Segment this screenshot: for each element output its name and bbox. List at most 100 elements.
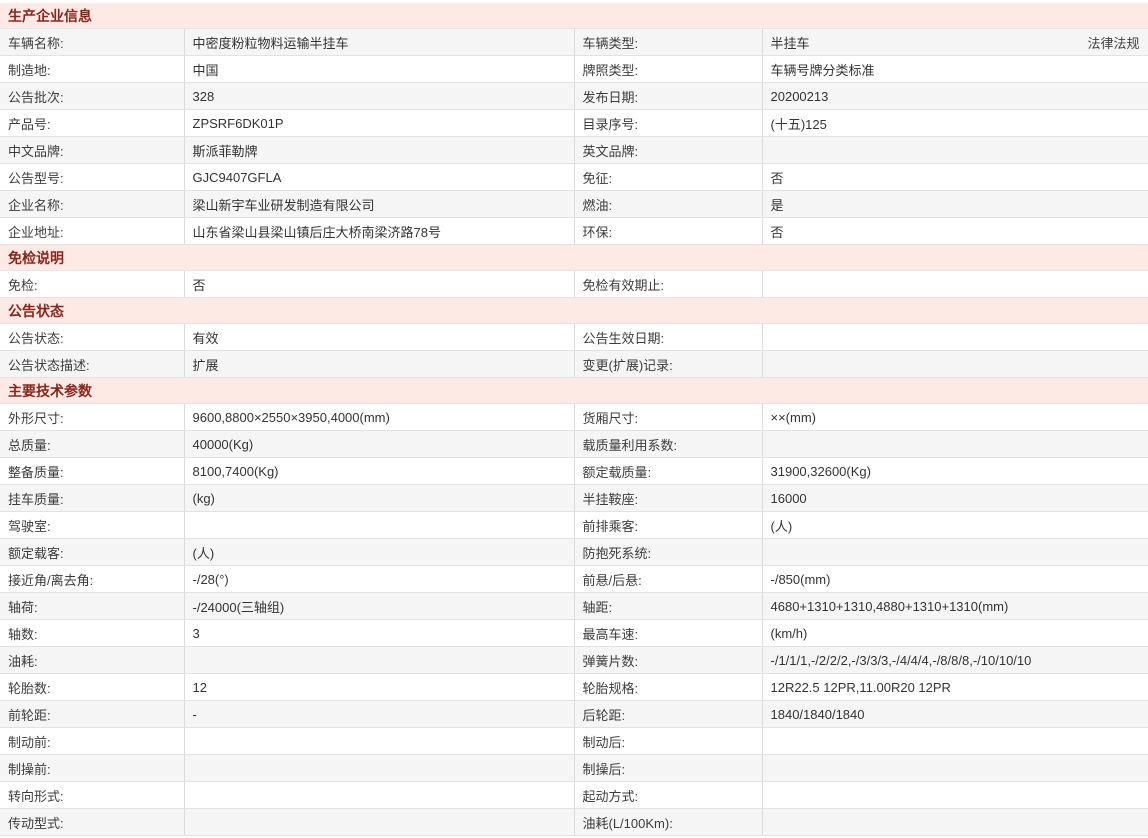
field-label-text: 前轮距: [8, 707, 51, 723]
field-label: 车辆类型: [574, 28, 763, 56]
field-value: 山东省梁山县梁山镇后庄大桥南梁济路78号 [184, 217, 575, 245]
field-label: 额定载质量: [574, 457, 763, 485]
field-value-text: 中密度粉粒物料运输半挂车 [192, 35, 349, 51]
table-row: 轴荷: -/24000(三轴组) 轴距: 4680+1310+1310,4880+13… [0, 592, 1148, 620]
field-value-text: (十五)125 [770, 116, 827, 132]
section-title: 主要技术参数 [0, 377, 1148, 404]
table-row: 企业名称: 梁山新宇车业研发制造有限公司 燃油: 是 [0, 190, 1148, 218]
field-label-text: 额定载客: [8, 545, 64, 561]
field-value: 否 [762, 217, 1148, 245]
field-label: 公告型号: [0, 163, 185, 191]
field-label: 挂车质量: [0, 484, 185, 512]
table-row: 挂车质量: (kg) 半挂鞍座: 16000 [0, 484, 1148, 512]
table-row: 转向形式: 起动方式: [0, 781, 1148, 809]
field-value [184, 511, 575, 539]
field-label: 企业地址: [0, 217, 185, 245]
field-value-text: 否 [770, 170, 784, 186]
field-value-text: GJC9407GFLA [192, 169, 282, 185]
section-title: 生产企业信息 [0, 3, 1148, 29]
field-label: 免征: [574, 163, 763, 191]
field-value-text: (人) [192, 545, 215, 561]
field-label: 轮胎数: [0, 673, 185, 701]
field-label: 载质量利用系数: [574, 430, 763, 458]
field-label: 中文品牌: [0, 136, 185, 164]
field-label: 转向形式: [0, 781, 185, 809]
field-label-text: 制动前: [8, 734, 51, 750]
field-label: 车辆名称: [0, 28, 185, 56]
field-label-text: 整备质量: [8, 464, 64, 480]
field-value-text: 扩展 [192, 357, 219, 373]
field-label-text: 轮胎规格: [582, 680, 639, 696]
field-label-text: 驾驶室: [8, 518, 51, 534]
field-label-text: 环保: [582, 224, 613, 240]
field-label-text: 企业名称: [8, 197, 64, 213]
field-value [762, 350, 1148, 378]
field-value-text: 328 [192, 88, 215, 104]
field-label: 轴数: [0, 619, 185, 647]
field-label-text: 公告生效日期: [582, 330, 665, 346]
field-value-text: 是 [770, 197, 784, 213]
field-label: 弹簧片数: [574, 646, 763, 674]
field-value-text: 否 [192, 277, 206, 293]
field-label: 额定载客: [0, 538, 185, 566]
field-value [762, 781, 1148, 809]
section-title: 免检说明 [0, 244, 1148, 271]
field-label: 轴距: [574, 592, 763, 620]
field-label: 制操前: [0, 754, 185, 782]
field-value-text: (人) [770, 518, 793, 534]
field-label: 前排乘客: [574, 511, 763, 539]
field-value-text: 否 [770, 224, 784, 240]
field-label: 驾驶室: [0, 511, 185, 539]
field-value [762, 430, 1148, 458]
field-value-text: ××(mm) [770, 409, 817, 425]
table-row: 中文品牌: 斯派菲勒牌 英文品牌: [0, 136, 1148, 164]
field-label-text: 转向形式: [8, 788, 64, 804]
field-label-text: 外形尺寸: [8, 410, 64, 426]
field-value: 12 [184, 673, 575, 701]
field-label-text: 货厢尺寸: [582, 410, 639, 426]
field-value: 40000(Kg) [184, 430, 575, 458]
legal-regulations-link[interactable]: 法律法规 [1087, 33, 1139, 52]
field-label: 总质量: [0, 430, 185, 458]
field-label: 制动前: [0, 727, 185, 755]
field-value-text: 有效 [192, 330, 219, 346]
field-value: (人) [184, 538, 575, 566]
field-label-text: 载质量利用系数: [582, 437, 678, 453]
field-label: 接近角/离去角: [0, 565, 185, 593]
field-label-text: 目录序号: [582, 116, 639, 132]
field-value-text: 20200213 [770, 88, 829, 104]
field-label: 环保: [574, 217, 763, 245]
field-label-text: 公告状态: [8, 330, 64, 346]
section-header-row: 免检说明 [0, 244, 1148, 271]
field-value-text: 1840/1840/1840 [770, 706, 865, 722]
field-label-text: 轴数: [8, 626, 38, 642]
field-value: 4680+1310+1310,4880+1310+1310(mm) [762, 592, 1148, 620]
field-value-text: 12 [192, 679, 207, 695]
section-title: 公告状态 [0, 297, 1148, 324]
table-row: 轮胎数: 12 轮胎规格: 12R22.5 12PR,11.00R20 12PR [0, 673, 1148, 701]
field-value: 否 [762, 163, 1148, 191]
field-value: 中密度粉粒物料运输半挂车 [184, 28, 575, 56]
field-value: -/1/1/1,-/2/2/2,-/3/3/3,-/4/4/4,-/8/8/8,… [762, 646, 1148, 674]
field-value-text: -/28(°) [192, 571, 229, 587]
table-row: 车辆名称: 中密度粉粒物料运输半挂车 车辆类型: 法律法规 半挂车 [0, 28, 1148, 56]
field-label-text: 额定载质量: [582, 464, 652, 480]
field-label-text: 变更(扩展)记录: [582, 357, 673, 373]
field-label-text: 免检: [8, 277, 38, 293]
field-value-text: 4680+1310+1310,4880+1310+1310(mm) [770, 598, 1009, 614]
field-label: 起动方式: [574, 781, 763, 809]
field-label: 制操后: [574, 754, 763, 782]
field-label-text: 接近角/离去角: [8, 572, 94, 588]
table-row: 总质量: 40000(Kg) 载质量利用系数: [0, 430, 1148, 458]
field-value: 20200213 [762, 82, 1148, 110]
field-value-text: 31900,32600(Kg) [770, 463, 871, 479]
field-label-text: 企业地址: [8, 224, 64, 240]
section-header-row: 公告状态 [0, 297, 1148, 324]
field-label: 整备质量: [0, 457, 185, 485]
field-value [184, 781, 575, 809]
field-label: 免检: [0, 270, 185, 298]
field-label-text: 弹簧片数: [582, 653, 639, 669]
field-label: 公告状态: [0, 323, 185, 351]
field-label-text: 车辆类型: [582, 35, 639, 51]
field-label-text: 车辆名称: [8, 35, 64, 51]
